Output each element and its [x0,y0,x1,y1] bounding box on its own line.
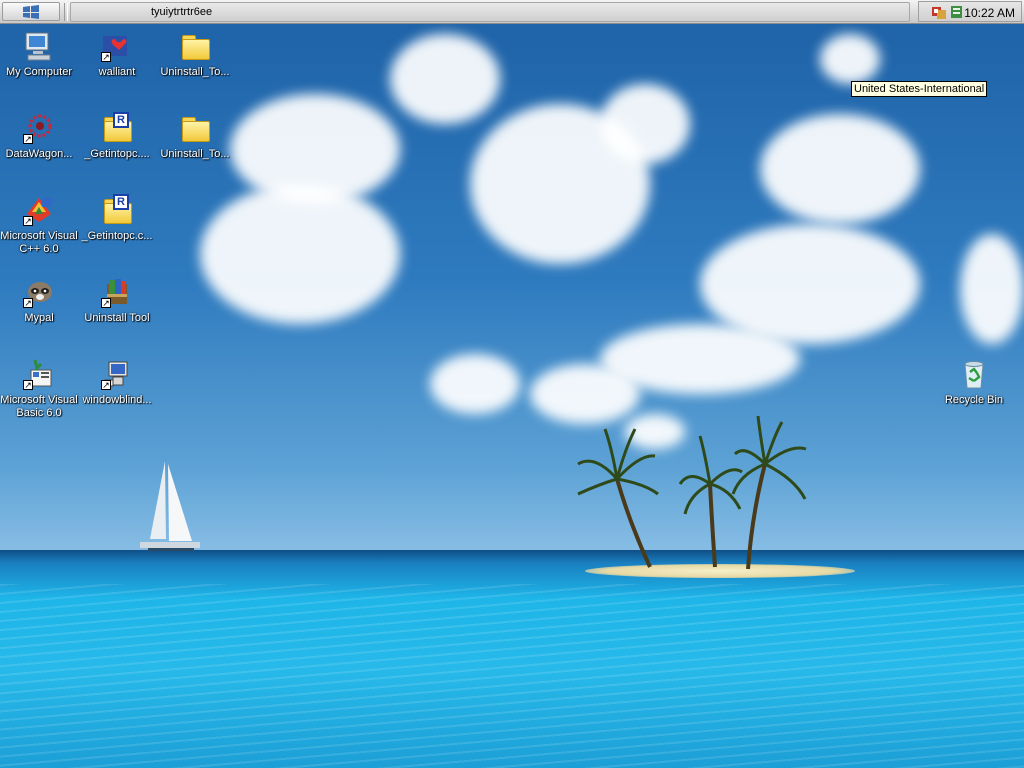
desktop-icon-label: Uninstall_To... [160,148,230,160]
desktop-icon-visual-cpp[interactable]: ↗ Microsoft Visual C++ 6.0 [0,194,78,256]
shortcut-arrow-icon: ↗ [101,298,111,308]
palm-tree [678,435,743,568]
folder-icon [179,112,211,144]
desktop-icon-label: Microsoft Visual C++ 6.0 [0,230,78,255]
recycle-bin-icon [958,358,990,390]
desktop-icon-label: Uninstall_To... [160,66,230,78]
shortcut-arrow-icon: ↗ [101,52,111,62]
desktop-icon-uninstall-tool-folder[interactable]: Uninstall_To... [156,30,234,79]
taskbar: tyuiytrtrtr6ee 10:22 AM [0,0,1024,24]
taskbar-window-title: tyuiytrtrtr6ee [151,6,213,18]
sailboat [140,461,200,551]
uninstall-tool-icon: ↗ [101,276,133,308]
desktop-icon-label: My Computer [5,66,73,78]
shortcut-arrow-icon: ↗ [101,380,111,390]
mypal-raccoon-icon: ↗ [23,276,55,308]
start-button[interactable] [2,2,60,21]
keyboard-layout-tooltip: United States-International [851,81,988,97]
palm-tree [577,428,659,568]
desktop-icon-my-computer[interactable]: My Computer [0,30,78,79]
desktop-icon-label: Uninstall Tool [84,312,150,324]
shortcut-arrow-icon: ↗ [23,134,33,144]
desktop-icon-label: windowblind... [82,394,152,406]
desktop-icon-label: Recycle Bin [944,394,1004,406]
desktop-icon-getintopc-rar-2[interactable]: R _Getintopc.c... [78,194,156,243]
desktop-icon-windowblinds[interactable]: ↗ windowblind... [78,358,156,407]
visual-cpp-icon: ↗ [23,194,55,226]
desktop-icon-label: Microsoft Visual Basic 6.0 [0,394,78,419]
desktop-icon-uninstall-tool-folder-2[interactable]: Uninstall_To... [156,112,234,161]
desktop-icon-mypal[interactable]: ↗ Mypal [0,276,78,325]
taskbar-clock[interactable]: 10:22 AM [964,6,1015,20]
palm-tree [731,415,807,570]
shortcut-arrow-icon: ↗ [23,298,33,308]
datawagon-icon: ↗ [23,112,55,144]
walliant-icon: ↗ [101,30,133,62]
folder-icon [179,30,211,62]
visual-basic-icon: ↗ [23,358,55,390]
windows-logo-icon [23,4,39,19]
taskbar-window-button[interactable]: tyuiytrtrtr6ee [70,2,910,22]
desktop-icon-recycle-bin[interactable]: Recycle Bin [935,358,1013,407]
desktop-icon-datawagon[interactable]: ↗ DataWagon... [0,112,78,161]
desktop-icon-visual-basic[interactable]: ↗ Microsoft Visual Basic 6.0 [0,358,78,420]
desktop-icon-label: Mypal [24,312,54,324]
rar-archive-icon: R [101,112,133,144]
desktop-icon-getintopc-rar[interactable]: R _Getintopc.... [78,112,156,161]
desktop-icon-label: _Getintopc.... [84,148,150,160]
desktop-icon-walliant[interactable]: ↗ walliant [78,30,156,79]
windowblinds-icon: ↗ [101,358,133,390]
network-tray-icon[interactable] [931,4,947,20]
system-tray: 10:22 AM [918,1,1022,22]
shortcut-arrow-icon: ↗ [23,216,33,226]
my-computer-icon [23,30,55,62]
rar-archive-icon: R [101,194,133,226]
desktop-icon-uninstall-tool[interactable]: ↗ Uninstall Tool [78,276,156,325]
desktop-icon-label: DataWagon... [5,148,73,160]
desktop-icon-label: walliant [98,66,136,78]
shortcut-arrow-icon: ↗ [23,380,33,390]
desktop-icon-label: _Getintopc.c... [81,230,153,242]
application-tray-icon[interactable] [949,4,965,20]
taskbar-separator [64,3,68,21]
